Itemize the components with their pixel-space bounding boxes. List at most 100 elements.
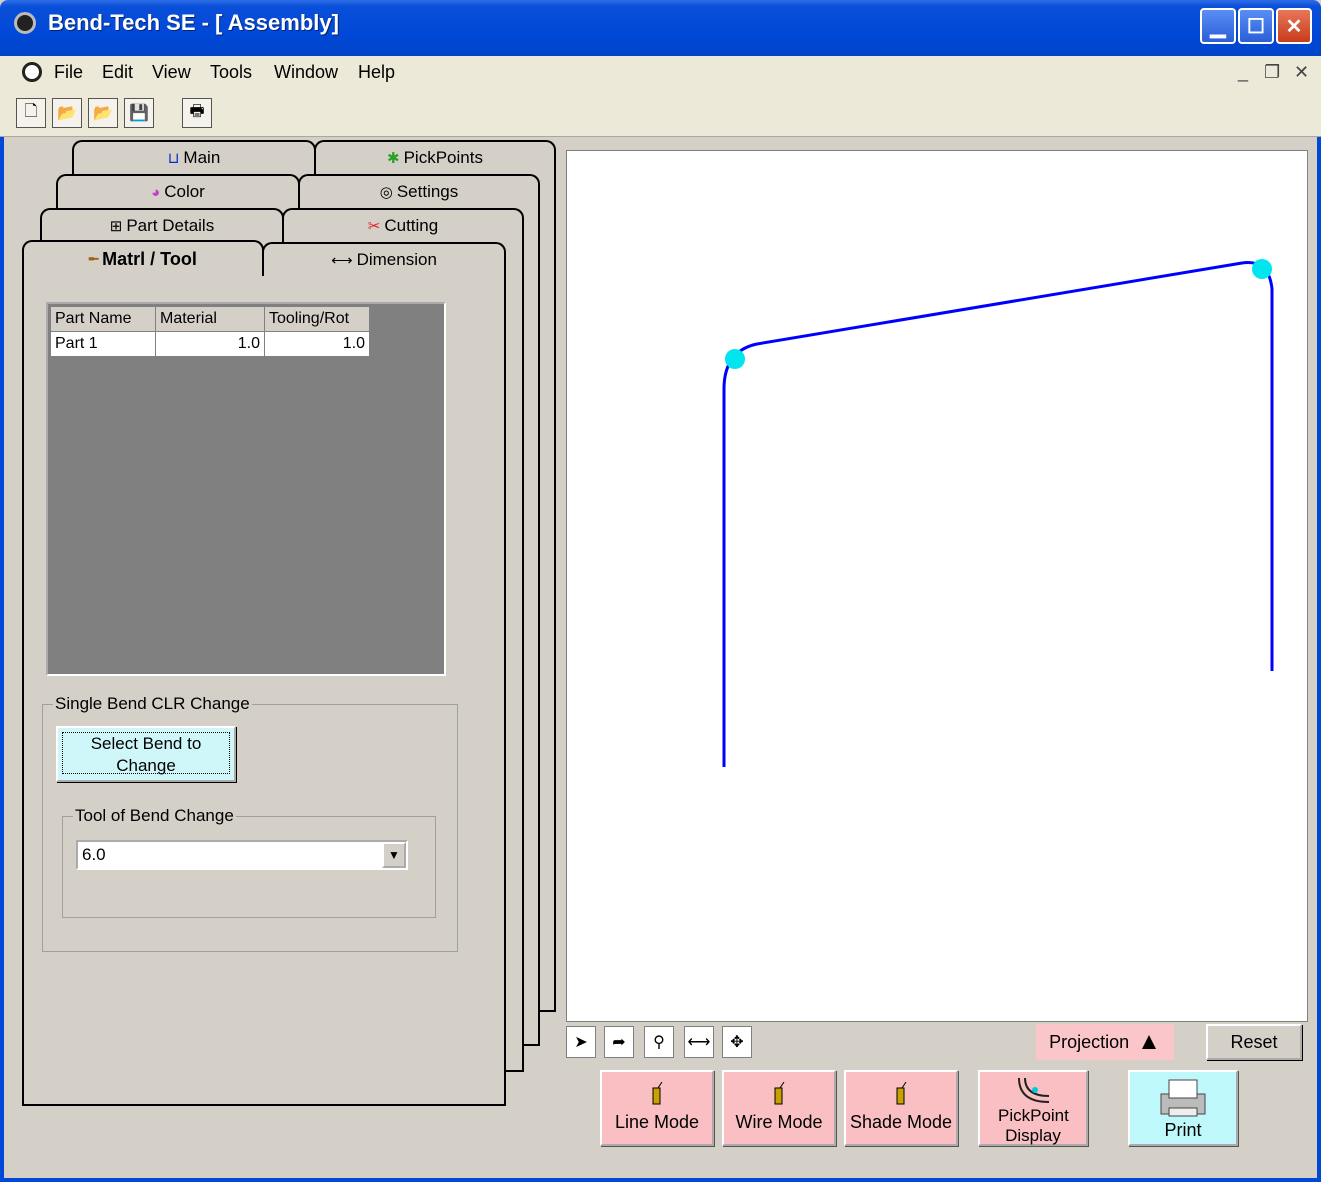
- tab-matrl-tool[interactable]: ╾ Matrl / Tool: [22, 240, 264, 276]
- pickpoint-2[interactable]: [1252, 259, 1272, 279]
- pickpoint-display-icon: [1018, 1077, 1050, 1103]
- tab-part-details[interactable]: ⊞ Part Details: [40, 208, 284, 242]
- tool-dropdown[interactable]: 6.0 ▼: [76, 840, 408, 870]
- print-button[interactable]: Print: [1128, 1070, 1238, 1146]
- zoom-tool-button[interactable]: ⚲: [644, 1026, 674, 1058]
- magnifier-icon: ⚲: [653, 1034, 665, 1051]
- save-icon: 💾: [129, 105, 149, 122]
- menu-help[interactable]: Help: [358, 62, 395, 83]
- tab-dimension[interactable]: ⟷ Dimension: [262, 242, 506, 276]
- table-row[interactable]: Part 1 1.0 1.0: [50, 331, 370, 357]
- rotate-arrow-icon: ➦: [612, 1034, 626, 1051]
- printer-icon: [1160, 1079, 1206, 1117]
- fit-width-button[interactable]: ⟷: [684, 1026, 714, 1058]
- single-bend-legend: Single Bend CLR Change: [55, 694, 250, 713]
- col-material[interactable]: Material: [155, 306, 265, 332]
- select-tool-button[interactable]: ➤: [566, 1026, 596, 1058]
- settings-icon: ◎: [379, 184, 393, 201]
- line-mode-icon: [652, 1082, 663, 1105]
- cell-tooling-rot[interactable]: 1.0: [264, 331, 370, 357]
- print-label: Print: [1164, 1120, 1202, 1140]
- main-icon: ⊔: [167, 150, 180, 167]
- pan-tool-button[interactable]: ✥: [722, 1026, 752, 1058]
- part-drawing: [722, 259, 1274, 767]
- pan-icon: ✥: [730, 1034, 744, 1051]
- projection-label: Projection: [1049, 1031, 1130, 1052]
- dropdown-arrow-button[interactable]: ▼: [382, 842, 406, 868]
- open-assembly-icon: 📂: [93, 105, 113, 122]
- print-toolbar-button[interactable]: 🖶: [182, 98, 212, 128]
- pickpoint-display-button[interactable]: PickPoint Display: [978, 1070, 1088, 1146]
- menu-file[interactable]: File: [54, 62, 83, 83]
- palette-icon: ◕: [151, 183, 161, 201]
- window-frame-left: [0, 56, 4, 1182]
- app-icon[interactable]: [14, 12, 36, 34]
- maximize-icon: ☐: [1247, 15, 1265, 38]
- mdi-close-button[interactable]: ✕: [1294, 62, 1309, 83]
- close-icon: ✕: [1285, 15, 1303, 38]
- menu-view[interactable]: View: [152, 62, 191, 83]
- close-button[interactable]: ✕: [1276, 8, 1312, 44]
- tab-cutting[interactable]: ✂ Cutting: [282, 208, 524, 242]
- new-file-button[interactable]: 🗋: [16, 98, 46, 128]
- open-folder-icon: 📂: [57, 105, 77, 122]
- shade-mode-button[interactable]: Shade Mode: [844, 1070, 958, 1146]
- tab-color[interactable]: ◕ Color: [56, 174, 300, 208]
- window-title: Bend-Tech SE - [ Assembly]: [48, 10, 339, 35]
- menu-edit[interactable]: Edit: [102, 62, 133, 83]
- pickpoint-display-label: PickPoint Display: [998, 1106, 1069, 1145]
- line-mode-label: Line Mode: [614, 1112, 700, 1132]
- mdi-restore-button[interactable]: ❐: [1264, 62, 1280, 83]
- col-part-name[interactable]: Part Name: [50, 306, 156, 332]
- shade-mode-label: Shade Mode: [849, 1112, 953, 1132]
- tab-pickpoints[interactable]: ✱ PickPoints: [314, 140, 556, 174]
- drawing-canvas[interactable]: [566, 150, 1308, 1022]
- rotate-tool-button[interactable]: ➦: [604, 1026, 634, 1058]
- maximize-button[interactable]: ☐: [1238, 8, 1274, 44]
- tool-dropdown-value: 6.0: [82, 845, 106, 864]
- document-icon[interactable]: [22, 62, 42, 82]
- pickpoint-1[interactable]: [725, 349, 745, 369]
- cell-part-name[interactable]: Part 1: [50, 331, 156, 357]
- menu-bar: [0, 56, 1321, 88]
- arrow-pointer-icon: ➤: [574, 1034, 588, 1051]
- open-assembly-button[interactable]: 📂: [88, 98, 118, 128]
- select-bend-button[interactable]: Select Bend to Change: [56, 726, 236, 782]
- col-tooling-rot[interactable]: Tooling/Rot: [264, 306, 370, 332]
- wire-mode-label: Wire Mode: [735, 1112, 823, 1132]
- tab-settings[interactable]: ◎ Settings: [298, 174, 540, 208]
- mdi-minimize-button[interactable]: _: [1238, 62, 1248, 83]
- part-details-icon: ⊞: [109, 218, 123, 235]
- new-file-icon: 🗋: [24, 102, 38, 120]
- window-frame-bottom: [0, 1178, 1321, 1182]
- scissors-icon: ✂: [367, 218, 381, 235]
- reset-button[interactable]: Reset: [1206, 1024, 1302, 1060]
- parts-grid[interactable]: Part Name Material Tooling/Rot Part 1 1.…: [46, 302, 446, 676]
- menu-tools[interactable]: Tools: [210, 62, 252, 83]
- cell-material[interactable]: 1.0: [155, 331, 265, 357]
- wire-mode-button[interactable]: Wire Mode: [722, 1070, 836, 1146]
- select-bend-label: Select Bend to Change: [62, 732, 230, 775]
- tab-main[interactable]: ⊔ Main: [72, 140, 316, 174]
- pickpoints-icon: ✱: [387, 150, 400, 167]
- dimension-icon: ⟷: [331, 252, 353, 269]
- print-icon: 🖶: [189, 102, 205, 120]
- minimize-button[interactable]: ▁: [1200, 8, 1236, 44]
- projection-button[interactable]: Projection ▲: [1036, 1024, 1174, 1060]
- tool-icon: ╾: [89, 251, 99, 268]
- open-button[interactable]: 📂: [52, 98, 82, 128]
- chevron-down-icon: ▼: [388, 848, 400, 862]
- save-button[interactable]: 💾: [124, 98, 154, 128]
- grid-header-row: Part Name Material Tooling/Rot: [50, 306, 370, 332]
- wire-mode-icon: [774, 1082, 785, 1105]
- shade-mode-icon: [896, 1082, 907, 1105]
- part-centerline[interactable]: [722, 261, 1274, 767]
- minimize-icon: ▁: [1210, 15, 1226, 38]
- parts-table: Part Name Material Tooling/Rot Part 1 1.…: [50, 306, 370, 357]
- window-frame-right: [1317, 56, 1321, 1182]
- tool-of-bend-legend: Tool of Bend Change: [75, 806, 234, 825]
- menu-window[interactable]: Window: [274, 62, 338, 83]
- triangle-up-icon: ▲: [1137, 1028, 1161, 1055]
- line-mode-button[interactable]: Line Mode: [600, 1070, 714, 1146]
- fit-width-icon: ⟷: [687, 1034, 711, 1051]
